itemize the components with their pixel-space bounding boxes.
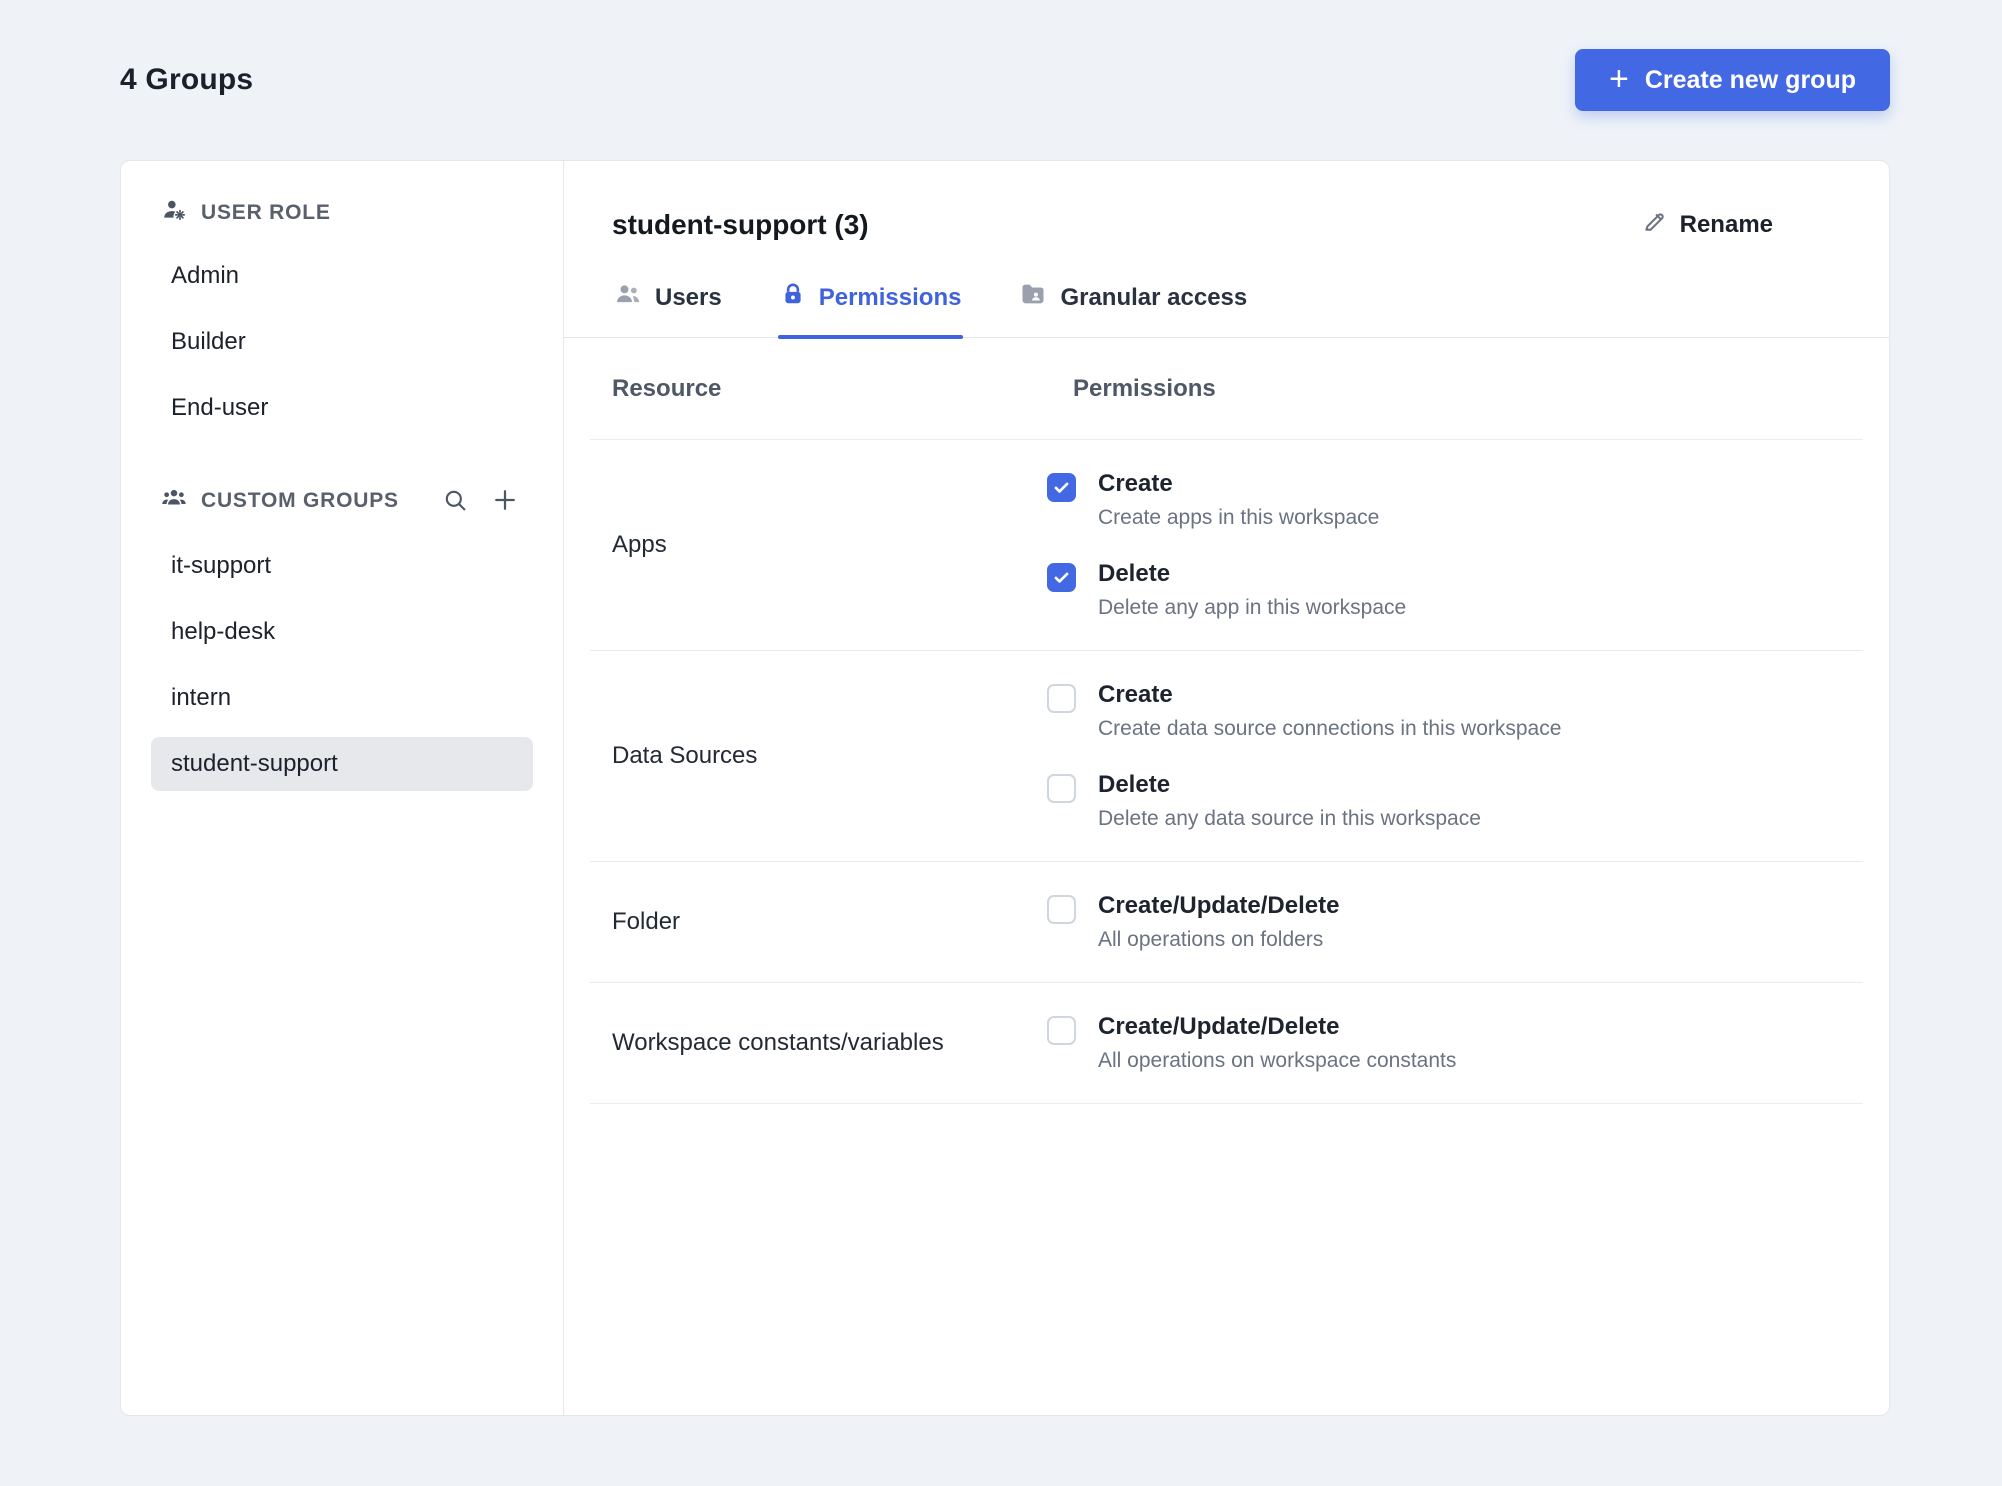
permission-label: Create/Update/Delete	[1098, 892, 1340, 919]
permissions-column-header: Permissions	[1073, 374, 1216, 402]
custom-groups-section-label: CUSTOM GROUPS	[201, 489, 399, 512]
permission-text: Create/Update/Delete All operations on w…	[1098, 1013, 1456, 1073]
tab-granular-access[interactable]: Granular access	[1017, 280, 1249, 337]
tab-permissions-label: Permissions	[818, 283, 962, 311]
permission-text: Create/Update/Delete All operations on f…	[1098, 892, 1339, 952]
permission-label: Delete	[1098, 560, 1171, 587]
plus-icon	[490, 485, 520, 518]
permission-item: Delete Delete any app in this workspace	[1047, 560, 1863, 620]
groups-sidebar: USER ROLE Admin Builder End-user CUSTOM …	[121, 161, 564, 1415]
sidebar-item-builder[interactable]: Builder	[151, 315, 533, 369]
checkbox-apps-delete[interactable]	[1047, 563, 1076, 592]
table-row-workspace-constants: Workspace constants/variables Create/Upd…	[590, 983, 1863, 1104]
folder-icon	[1019, 280, 1047, 315]
tab-users-label: Users	[655, 283, 722, 311]
checkbox-workspace-constants-create-update-delete[interactable]	[1047, 1016, 1076, 1045]
people-icon	[161, 485, 187, 517]
groups-page: 4 Groups + Create new group USER ROLE Ad…	[0, 0, 2002, 1486]
checkbox-folder-create-update-delete[interactable]	[1047, 895, 1076, 924]
tab-users[interactable]: Users	[612, 280, 724, 337]
permission-list: Create Create apps in this workspace Del…	[1047, 470, 1863, 620]
resource-label: Data Sources	[612, 742, 758, 769]
checkbox-data-sources-delete[interactable]	[1047, 774, 1076, 803]
permission-label: Delete	[1098, 771, 1171, 798]
group-title: student-support (3)	[612, 208, 869, 240]
add-group-button[interactable]	[487, 483, 523, 519]
group-tabs: Users Permissions Granular access	[564, 280, 1889, 339]
check-icon	[1054, 572, 1069, 583]
permission-text: Create Create apps in this workspace	[1098, 470, 1379, 530]
custom-groups-list: it-support help-desk intern student-supp…	[151, 539, 533, 791]
search-groups-button[interactable]	[437, 483, 473, 519]
tab-granular-access-label: Granular access	[1060, 283, 1248, 311]
permission-item: Create/Update/Delete All operations on f…	[1047, 892, 1863, 952]
search-icon	[441, 486, 469, 517]
groups-card: USER ROLE Admin Builder End-user CUSTOM …	[120, 160, 1890, 1416]
plus-icon: +	[1608, 59, 1629, 98]
sidebar-item-admin[interactable]: Admin	[151, 249, 533, 303]
permission-list: Create/Update/Delete All operations on f…	[1047, 892, 1863, 952]
permission-description: Create data source connections in this w…	[1098, 717, 1562, 740]
permission-description: Create apps in this workspace	[1098, 506, 1380, 529]
pencil-icon	[1642, 208, 1668, 241]
permissions-table: Resource Permissions Apps Create Create …	[590, 338, 1863, 1104]
user-gear-icon	[161, 197, 187, 229]
permission-text: Create Create data source connections in…	[1098, 681, 1561, 741]
table-row-folder: Folder Create/Update/Delete All operatio…	[590, 862, 1863, 983]
rename-button[interactable]: Rename	[1636, 207, 1779, 242]
permission-description: Delete any data source in this workspace	[1098, 807, 1481, 830]
user-role-list: Admin Builder End-user	[151, 249, 533, 435]
permission-label: Create	[1098, 681, 1173, 708]
sidebar-item-student-support[interactable]: student-support	[151, 737, 533, 791]
rename-label: Rename	[1679, 210, 1773, 238]
permission-description: Delete any app in this workspace	[1098, 596, 1407, 619]
sidebar-item-intern[interactable]: intern	[151, 671, 533, 725]
custom-groups-section-header: CUSTOM GROUPS	[151, 483, 533, 519]
permission-label: Create	[1098, 470, 1173, 497]
user-role-section-header: USER ROLE	[151, 197, 533, 229]
group-detail-header: student-support (3) Rename	[564, 161, 1889, 242]
checkbox-data-sources-create[interactable]	[1047, 684, 1076, 713]
resource-column-header: Resource	[612, 374, 722, 402]
permission-item: Create Create apps in this workspace	[1047, 470, 1863, 530]
lock-icon	[780, 281, 806, 314]
table-row-apps: Apps Create Create apps in this workspac…	[590, 440, 1863, 651]
user-role-section-label: USER ROLE	[201, 201, 331, 224]
permission-text: Delete Delete any app in this workspace	[1098, 560, 1406, 620]
resource-label: Workspace constants/variables	[612, 1029, 944, 1056]
permission-item: Create/Update/Delete All operations on w…	[1047, 1013, 1863, 1073]
resource-label: Apps	[612, 531, 667, 558]
sidebar-item-end-user[interactable]: End-user	[151, 381, 533, 435]
checkbox-apps-create[interactable]	[1047, 473, 1076, 502]
topbar: 4 Groups + Create new group	[120, 48, 1890, 112]
users-icon	[614, 280, 642, 315]
permission-description: All operations on workspace constants	[1098, 1049, 1457, 1072]
permission-item: Delete Delete any data source in this wo…	[1047, 771, 1863, 831]
permission-label: Create/Update/Delete	[1098, 1013, 1340, 1040]
table-row-data-sources: Data Sources Create Create data source c…	[590, 651, 1863, 862]
resource-label: Folder	[612, 908, 681, 935]
check-icon	[1054, 482, 1069, 493]
page-title: 4 Groups	[120, 63, 254, 96]
group-detail-panel: student-support (3) Rename Users Permiss…	[564, 161, 1889, 1415]
permission-item: Create Create data source connections in…	[1047, 681, 1863, 741]
permission-text: Delete Delete any data source in this wo…	[1098, 771, 1481, 831]
permission-list: Create Create data source connections in…	[1047, 681, 1863, 831]
sidebar-item-it-support[interactable]: it-support	[151, 539, 533, 593]
permission-description: All operations on folders	[1098, 928, 1324, 951]
tab-permissions[interactable]: Permissions	[777, 280, 964, 339]
permission-list: Create/Update/Delete All operations on w…	[1047, 1013, 1863, 1073]
create-new-group-button[interactable]: + Create new group	[1574, 49, 1890, 111]
create-new-group-label: Create new group	[1644, 65, 1856, 94]
table-header: Resource Permissions	[590, 338, 1863, 440]
sidebar-item-help-desk[interactable]: help-desk	[151, 605, 533, 659]
